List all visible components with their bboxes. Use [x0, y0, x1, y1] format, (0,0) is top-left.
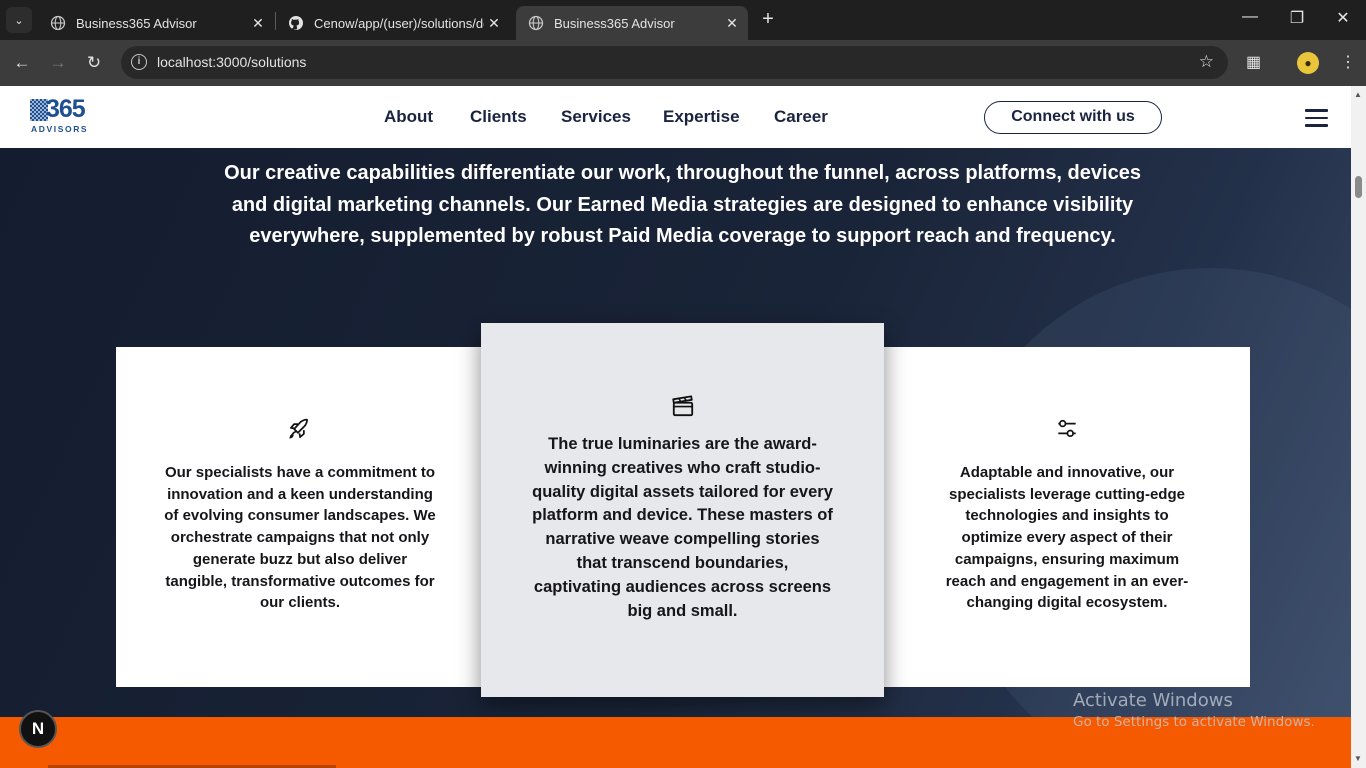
- minimize-icon: —: [1242, 8, 1258, 25]
- sliders-icon: [1058, 419, 1076, 438]
- chevron-down-icon: ⌄: [14, 14, 24, 27]
- logo-number: 365: [46, 95, 86, 123]
- browser-tab-1[interactable]: Business365 Advisor ✕: [38, 6, 274, 40]
- activate-subtitle: Go to Settings to activate Windows.: [1073, 714, 1315, 730]
- tab-search-button[interactable]: ⌄: [6, 7, 32, 33]
- back-button[interactable]: ←: [11, 52, 33, 74]
- profile-avatar[interactable]: ●: [1297, 52, 1319, 74]
- feature-card-innovation: Our specialists have a commitment to inn…: [116, 347, 482, 687]
- globe-icon: [528, 15, 544, 31]
- extensions-icon[interactable]: ▦: [1246, 52, 1261, 72]
- feature-card-adaptable: Adaptable and innovative, our specialist…: [884, 347, 1250, 687]
- plus-icon: +: [762, 8, 774, 30]
- browser-tab-3-active[interactable]: Business365 Advisor ✕: [516, 6, 748, 40]
- close-icon[interactable]: ✕: [484, 15, 504, 32]
- card-text: Adaptable and innovative, our specialist…: [945, 464, 1189, 612]
- nav-clients[interactable]: Clients: [470, 107, 527, 127]
- more-menu-icon[interactable]: ⋮: [1340, 52, 1356, 72]
- arrow-right-icon: →: [49, 53, 67, 72]
- nav-career[interactable]: Career: [774, 107, 828, 127]
- reload-button[interactable]: ↻: [83, 52, 105, 74]
- scrollbar-thumb[interactable]: [1355, 176, 1362, 198]
- site-info-icon[interactable]: i: [131, 54, 147, 70]
- minimize-button[interactable]: —: [1237, 8, 1263, 26]
- card-text: Our specialists have a commitment to inn…: [164, 464, 436, 612]
- browser-tabstrip: ⌄ Business365 Advisor ✕ Cenow/app/(user)…: [0, 0, 1366, 40]
- connect-button[interactable]: Connect with us: [984, 101, 1162, 134]
- close-icon[interactable]: ✕: [722, 15, 742, 32]
- browser-tab-2[interactable]: Cenow/app/(user)/solutions/de ✕: [276, 6, 510, 40]
- activate-title: Activate Windows: [1073, 690, 1233, 711]
- close-icon: ✕: [1336, 10, 1350, 27]
- bookmark-star-icon[interactable]: ☆: [1199, 52, 1214, 72]
- forward-button[interactable]: →: [47, 52, 69, 74]
- hamburger-menu-icon[interactable]: [1305, 109, 1328, 127]
- url-text[interactable]: localhost:3000/solutions: [157, 54, 306, 70]
- scroll-up-arrow-icon[interactable]: ▲: [1354, 90, 1362, 99]
- scroll-down-arrow-icon[interactable]: ▼: [1354, 754, 1362, 763]
- reload-icon: ↻: [86, 53, 102, 72]
- section-intro: Our creative capabilities differentiate …: [224, 162, 1141, 247]
- nav-about[interactable]: About: [384, 107, 433, 127]
- nextjs-dev-badge[interactable]: N: [19, 710, 57, 748]
- restore-icon: ❐: [1289, 10, 1305, 27]
- tab-title: Cenow/app/(user)/solutions/de: [314, 15, 484, 31]
- solutions-section: Our creative capabilities differentiate …: [0, 148, 1351, 717]
- github-icon: [289, 16, 303, 30]
- close-icon[interactable]: ✕: [248, 15, 268, 32]
- clapperboard-icon: [671, 395, 693, 417]
- new-tab-button[interactable]: +: [757, 9, 779, 31]
- arrow-left-icon: ←: [13, 53, 31, 72]
- browser-toolbar: ← → ↻ i localhost:3000/solutions ☆ ▦ ● ⋮: [0, 40, 1366, 86]
- site-header: 365 ADVISORS About Clients Services Expe…: [0, 86, 1351, 148]
- nav-expertise[interactable]: Expertise: [663, 107, 740, 127]
- address-bar[interactable]: i localhost:3000/solutions ☆: [121, 46, 1228, 79]
- tab-title: Business365 Advisor: [554, 15, 675, 31]
- feature-card-creatives: The true luminaries are the award-winnin…: [481, 323, 884, 697]
- card-text: The true luminaries are the award-winnin…: [532, 435, 833, 620]
- restore-button[interactable]: ❐: [1284, 8, 1310, 28]
- close-window-button[interactable]: ✕: [1330, 8, 1356, 28]
- logo-subtitle: ADVISORS: [31, 124, 89, 134]
- tab-title: Business365 Advisor: [76, 15, 197, 31]
- brand-logo[interactable]: 365 ADVISORS: [30, 95, 100, 135]
- page-scrollbar[interactable]: ▲ ▼: [1351, 86, 1366, 768]
- nav-services[interactable]: Services: [561, 107, 631, 127]
- rocket-icon: [289, 418, 308, 439]
- globe-icon: [50, 15, 66, 31]
- windows-activation-watermark: Activate Windows Go to Settings to activ…: [1073, 690, 1315, 730]
